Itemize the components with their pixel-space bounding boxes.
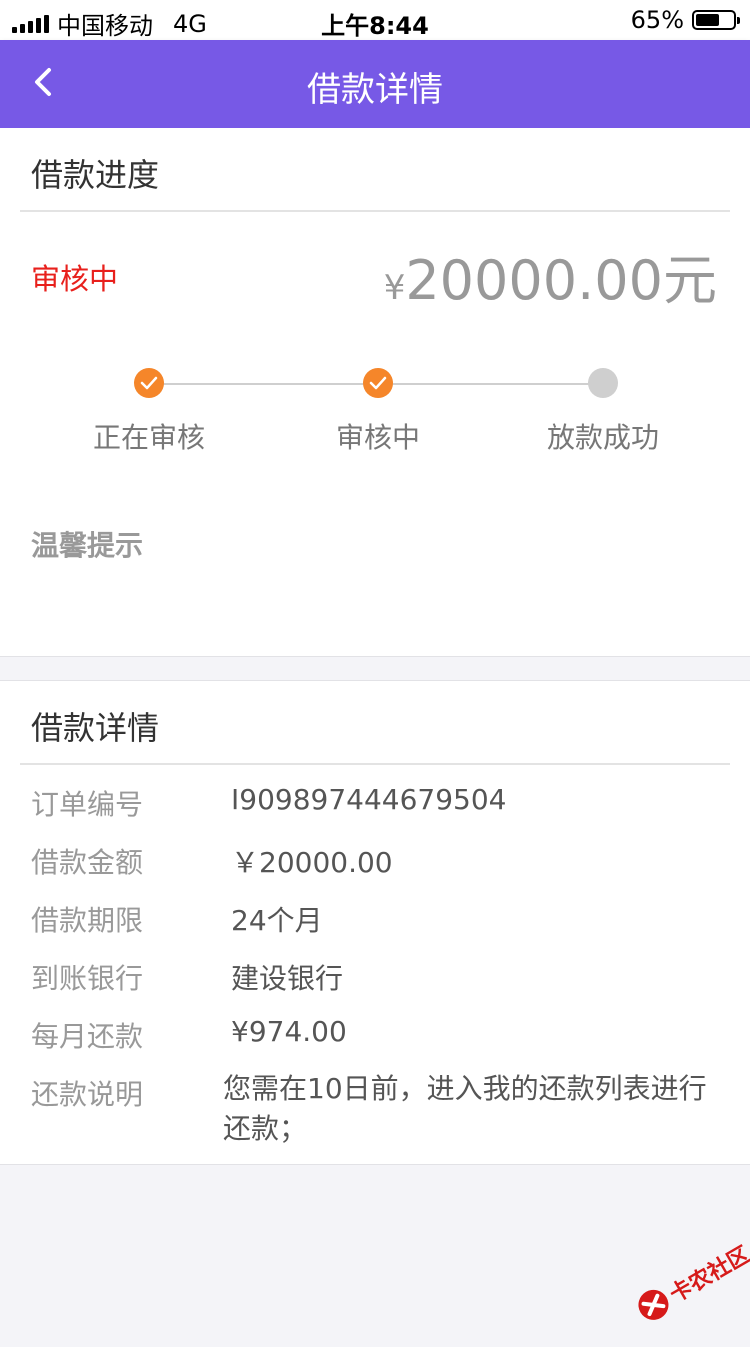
amount-value: 20000.00元 [405,249,717,312]
loan-term-value: 24个月 [231,904,323,937]
battery-percent: 65% [630,6,684,34]
step-label: 正在审核 [92,421,205,454]
step-label: 放款成功 [546,421,659,454]
monthly-payment-label: 每月还款 [31,1020,144,1053]
watermark: 卡农社区 [622,1231,750,1347]
step-pending-dot [588,368,618,398]
order-number-label: 订单编号 [31,788,144,821]
step-connector [163,383,378,385]
loan-details-section: 借款详情 订单编号 I909897444679504 借款金额 ￥20000.0… [0,680,750,1165]
currency-symbol: ¥ [383,268,406,308]
bank-label: 到账银行 [31,962,144,995]
status-right: 65% [630,6,740,34]
step-check-icon [363,368,393,398]
loan-amount-value: ￥20000.00 [231,846,393,879]
step-check-icon [134,368,164,398]
details-section-title: 借款详情 [31,709,160,747]
repayment-note-value: 您需在10日前，进入我的还款列表进行还款； [223,1072,707,1145]
step-connector [392,383,603,385]
watermark-text: 卡农社区 [665,1242,750,1308]
battery-fill [696,14,720,26]
battery-icon [692,10,740,30]
status-bar: 中国移动 4G 上午8:44 65% [0,0,750,40]
order-number-value: I909897444679504 [231,783,507,816]
loan-term-label: 借款期限 [31,904,144,937]
tips-title: 温馨提示 [31,529,144,562]
progress-section-title: 借款进度 [31,156,160,194]
loan-amount-label: 借款金额 [31,846,144,879]
nav-bar: 借款详情 [0,40,750,128]
monthly-payment-value: ¥974.00 [231,1015,347,1048]
progress-divider [20,210,730,212]
loan-progress-section: 借款进度 审核中 ¥20000.00元 正在审核 审核中 放款成功 温馨提示 [0,128,750,657]
page-title: 借款详情 [307,70,443,110]
step-label: 审核中 [335,421,420,454]
review-status: 审核中 [31,262,119,296]
bank-value: 建设银行 [231,962,344,995]
details-divider [20,763,730,765]
repayment-note-label: 还款说明 [31,1078,144,1111]
loan-amount: ¥20000.00元 [384,236,717,315]
